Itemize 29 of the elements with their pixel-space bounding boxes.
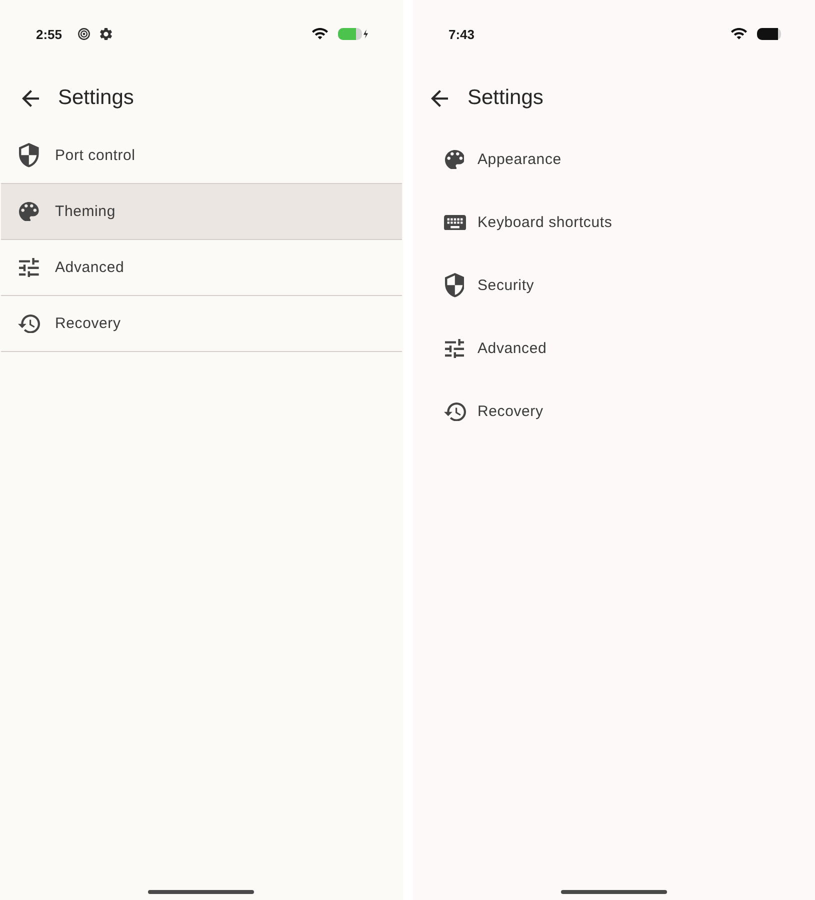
- back-arrow-icon: [22, 90, 39, 106]
- back-arrow-icon: [430, 90, 448, 106]
- settings-item[interactable]: Recovery: [1, 296, 402, 352]
- settings-item[interactable]: Advanced: [412, 317, 815, 380]
- back-button[interactable]: [22, 90, 39, 106]
- settings-item[interactable]: Theming: [1, 184, 402, 240]
- history-icon: [444, 402, 466, 422]
- status-time: 2:55: [36, 26, 62, 42]
- shield-icon: [19, 143, 39, 168]
- palette-icon: [444, 150, 464, 170]
- settings-item[interactable]: Keyboard shortcuts: [412, 191, 815, 254]
- target-icon: [78, 28, 90, 40]
- settings-item[interactable]: Security: [412, 254, 815, 317]
- keyboard-icon: [444, 214, 466, 230]
- settings-item[interactable]: Advanced: [1, 240, 402, 296]
- screen-title: Settings: [58, 86, 134, 110]
- sliders-icon: [19, 258, 39, 278]
- back-button[interactable]: [430, 90, 448, 106]
- gear-icon: [100, 28, 112, 40]
- palette-icon: [19, 202, 39, 222]
- history-icon: [18, 314, 40, 334]
- settings-item[interactable]: Recovery: [412, 380, 815, 443]
- settings-item[interactable]: Appearance: [412, 128, 815, 191]
- wifi-icon: [312, 28, 328, 40]
- screen-title: Settings: [468, 86, 544, 110]
- sliders-icon: [444, 338, 464, 358]
- status-time: 7:43: [448, 26, 475, 42]
- wifi-icon: [731, 28, 747, 40]
- shield-icon: [444, 273, 464, 298]
